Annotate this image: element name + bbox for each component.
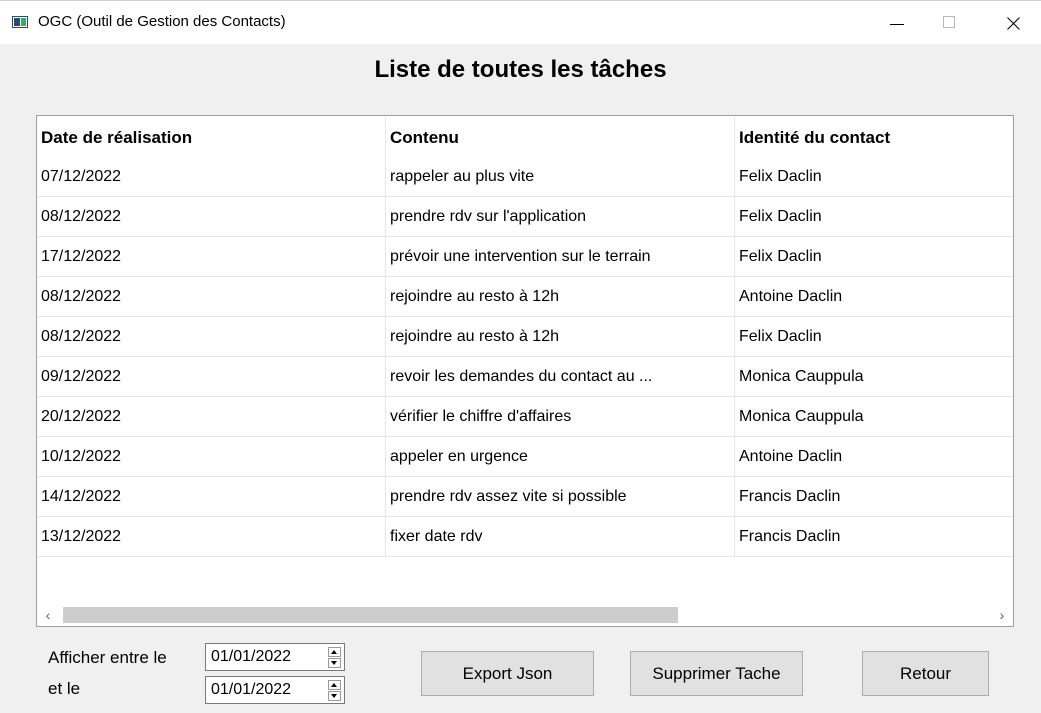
table-row[interactable]: 17/12/2022 prévoir une intervention sur l… [37, 237, 1013, 277]
from-date-spinbox[interactable]: 01/01/2022 [205, 643, 345, 671]
table-row[interactable]: 08/12/2022 rejoindre au resto à 12h Felix … [37, 317, 1013, 357]
spin-down-icon[interactable] [328, 691, 341, 701]
title-bar: OGC (Outil de Gestion des Contacts) [0, 0, 1041, 44]
cell-contact[interactable]: Felix Daclin [735, 237, 1013, 277]
cell-content[interactable]: appeler en urgence [386, 437, 735, 477]
table-row[interactable]: 14/12/2022 prendre rdv assez vite si poss… [37, 477, 1013, 517]
cell-date[interactable]: 08/12/2022 [37, 317, 386, 357]
back-button[interactable]: Retour [862, 651, 989, 696]
cell-content[interactable]: prévoir une intervention sur le terrain [386, 237, 735, 277]
cell-contact[interactable]: Francis Daclin [735, 477, 1013, 517]
window-title: OGC (Outil de Gestion des Contacts) [38, 13, 286, 30]
close-button[interactable] [991, 1, 1037, 45]
spin-up-icon[interactable] [328, 647, 341, 657]
scroll-right-icon[interactable]: › [991, 604, 1013, 626]
column-header-contact[interactable]: Identité du contact [735, 116, 1013, 157]
cell-content[interactable]: prendre rdv assez vite si possible [386, 477, 735, 517]
cell-content[interactable]: revoir les demandes du contact au ... [386, 357, 735, 397]
table-row[interactable]: 10/12/2022 appeler en urgence Antoine Dacl… [37, 437, 1013, 477]
page-title: Liste de toutes les tâches [374, 56, 667, 83]
cell-content[interactable]: rappeler au plus vite [386, 157, 735, 197]
table-row[interactable]: 08/12/2022 prendre rdv sur l'application F… [37, 197, 1013, 237]
table-row[interactable]: 13/12/2022 fixer date rdv Francis Daclin [37, 517, 1013, 557]
cell-contact[interactable]: Felix Daclin [735, 317, 1013, 357]
maximize-button[interactable] [926, 1, 972, 45]
cell-date[interactable]: 17/12/2022 [37, 237, 386, 277]
cell-content[interactable]: prendre rdv sur l'application [386, 197, 735, 237]
tasks-table: Date de réalisation Contenu Identité du … [36, 115, 1014, 627]
cell-date[interactable]: 13/12/2022 [37, 517, 386, 557]
column-header-content[interactable]: Contenu [386, 116, 735, 157]
app-icon [12, 16, 28, 28]
cell-contact[interactable]: Monica Cauppula [735, 357, 1013, 397]
export-json-button[interactable]: Export Json [421, 651, 594, 696]
cell-contact[interactable]: Felix Daclin [735, 157, 1013, 197]
cell-content[interactable]: fixer date rdv [386, 517, 735, 557]
spin-up-icon[interactable] [328, 680, 341, 690]
cell-contact[interactable]: Francis Daclin [735, 517, 1013, 557]
table-row[interactable]: 08/12/2022 rejoindre au resto à 12h Antoin… [37, 277, 1013, 317]
from-date-value[interactable]: 01/01/2022 [211, 648, 291, 666]
cell-date[interactable]: 08/12/2022 [37, 277, 386, 317]
column-header-date[interactable]: Date de réalisation [37, 116, 386, 157]
cell-content[interactable]: vérifier le chiffre d'affaires [386, 397, 735, 437]
cell-date[interactable]: 14/12/2022 [37, 477, 386, 517]
cell-date[interactable]: 10/12/2022 [37, 437, 386, 477]
horizontal-scrollbar[interactable]: ‹ › [37, 604, 1013, 626]
cell-contact[interactable]: Monica Cauppula [735, 397, 1013, 437]
cell-content[interactable]: rejoindre au resto à 12h [386, 277, 735, 317]
cell-content[interactable]: rejoindre au resto à 12h [386, 317, 735, 357]
minimize-button[interactable] [874, 1, 920, 45]
cell-date[interactable]: 09/12/2022 [37, 357, 386, 397]
table-header: Date de réalisation Contenu Identité du … [37, 116, 1013, 157]
cell-contact[interactable]: Antoine Daclin [735, 437, 1013, 477]
cell-date[interactable]: 20/12/2022 [37, 397, 386, 437]
scroll-left-icon[interactable]: ‹ [37, 604, 59, 626]
to-date-spinbox[interactable]: 01/01/2022 [205, 676, 345, 704]
delete-task-button[interactable]: Supprimer Tache [630, 651, 803, 696]
scrollbar-thumb[interactable] [63, 607, 678, 623]
from-date-label: Afficher entre le [48, 648, 167, 667]
table-row[interactable]: 07/12/2022 rappeler au plus vite Felix Dac… [37, 157, 1013, 197]
spin-down-icon[interactable] [328, 658, 341, 668]
cell-date[interactable]: 08/12/2022 [37, 197, 386, 237]
table-row[interactable]: 09/12/2022 revoir les demandes du contact… [37, 357, 1013, 397]
to-date-value[interactable]: 01/01/2022 [211, 681, 291, 699]
table-row[interactable]: 20/12/2022 vérifier le chiffre d'affaires… [37, 397, 1013, 437]
cell-contact[interactable]: Antoine Daclin [735, 277, 1013, 317]
to-date-label: et le [48, 679, 81, 698]
table-body: 07/12/2022 rappeler au plus vite Felix Dac… [37, 157, 1013, 557]
cell-date[interactable]: 07/12/2022 [37, 157, 386, 197]
cell-contact[interactable]: Felix Daclin [735, 197, 1013, 237]
